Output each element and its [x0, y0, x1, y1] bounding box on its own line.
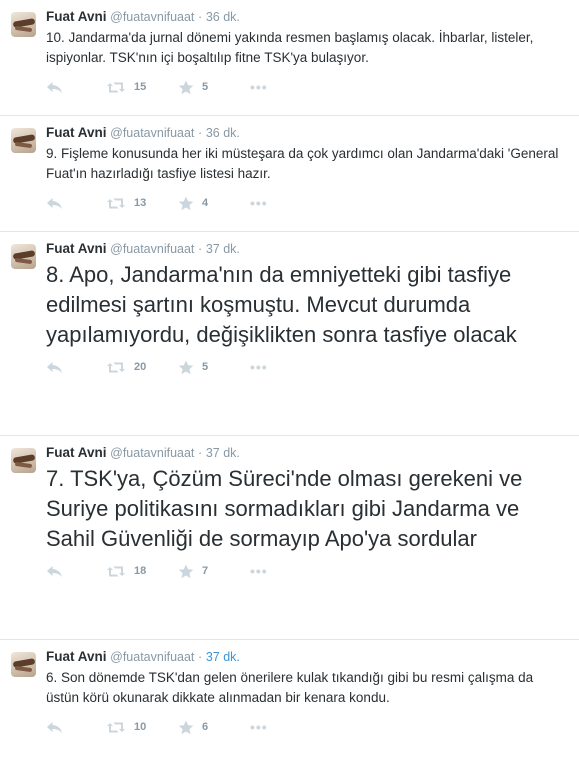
tweet[interactable]: Fuat Avni @fuatavnifuaat · 37 dk. 6. Son… — [0, 640, 579, 764]
separator-dot: · — [198, 446, 203, 460]
separator-dot: · — [198, 10, 203, 24]
retweet-count: 13 — [134, 197, 147, 209]
favorite-button[interactable]: 7 — [178, 564, 250, 579]
favorite-count: 6 — [202, 721, 209, 733]
avatar[interactable] — [11, 652, 36, 677]
retweet-button[interactable]: 13 — [106, 197, 178, 210]
tweet-text: 7. TSK'ya, Çözüm Süreci'nde olması gerek… — [46, 466, 523, 551]
retweet-count: 15 — [134, 81, 147, 93]
tweet[interactable]: Fuat Avni @fuatavnifuaat · 37 dk. 8. Apo… — [0, 232, 579, 436]
more-icon: ••• — [250, 195, 268, 211]
separator-dot: · — [198, 242, 203, 256]
retweet-count: 18 — [134, 565, 147, 577]
tweet-actions: 15 5 ••• — [46, 72, 569, 102]
more-options-button[interactable]: ••• — [250, 79, 280, 95]
tweet-header: Fuat Avni @fuatavnifuaat · 37 dk. — [46, 241, 569, 257]
tweet-header: Fuat Avni @fuatavnifuaat · 37 dk. — [46, 649, 569, 665]
reply-button[interactable] — [46, 197, 106, 210]
more-options-button[interactable]: ••• — [250, 359, 280, 375]
retweet-button[interactable]: 18 — [106, 565, 178, 578]
tweet-actions: 20 5 ••• — [46, 352, 569, 382]
retweet-button[interactable]: 20 — [106, 361, 178, 374]
favorite-count: 7 — [202, 565, 209, 577]
tweet-timeline: Fuat Avni @fuatavnifuaat · 36 dk. 10. Ja… — [0, 0, 579, 764]
avatar[interactable] — [11, 12, 36, 37]
retweet-count: 10 — [134, 721, 147, 733]
reply-icon — [46, 361, 63, 374]
user-name[interactable]: Fuat Avni — [46, 241, 107, 256]
favorite-button[interactable]: 5 — [178, 80, 250, 95]
tweet[interactable]: Fuat Avni @fuatavnifuaat · 37 dk. 7. TSK… — [0, 436, 579, 640]
retweet-icon — [106, 197, 126, 210]
star-icon — [178, 196, 194, 211]
tweet-text: 8. Apo, Jandarma'nın da emniyetteki gibi… — [46, 262, 517, 347]
retweet-icon — [106, 81, 126, 94]
tweet-text: 9. Fişleme konusunda her iki müsteşara d… — [46, 146, 559, 181]
tweet-timestamp[interactable]: 37 dk. — [206, 242, 240, 256]
reply-icon — [46, 565, 63, 578]
separator-dot: · — [198, 126, 203, 140]
user-name[interactable]: Fuat Avni — [46, 9, 107, 24]
tweet-actions: 18 7 ••• — [46, 556, 569, 586]
more-options-button[interactable]: ••• — [250, 719, 280, 735]
tweet-actions: 13 4 ••• — [46, 188, 569, 218]
favorite-count: 5 — [202, 361, 209, 373]
favorite-count: 5 — [202, 81, 209, 93]
user-handle[interactable]: @fuatavnifuaat — [110, 10, 194, 24]
tweet[interactable]: Fuat Avni @fuatavnifuaat · 36 dk. 9. Fiş… — [0, 116, 579, 232]
reply-button[interactable] — [46, 361, 106, 374]
user-name[interactable]: Fuat Avni — [46, 125, 107, 140]
star-icon — [178, 720, 194, 735]
retweet-button[interactable]: 15 — [106, 81, 178, 94]
more-icon: ••• — [250, 719, 268, 735]
retweet-icon — [106, 361, 126, 374]
user-handle[interactable]: @fuatavnifuaat — [110, 242, 194, 256]
favorite-count: 4 — [202, 197, 209, 209]
reply-icon — [46, 721, 63, 734]
tweet-header: Fuat Avni @fuatavnifuaat · 37 dk. — [46, 445, 569, 461]
favorite-button[interactable]: 6 — [178, 720, 250, 735]
avatar[interactable] — [11, 448, 36, 473]
more-options-button[interactable]: ••• — [250, 195, 280, 211]
more-icon: ••• — [250, 359, 268, 375]
avatar[interactable] — [11, 244, 36, 269]
retweet-button[interactable]: 10 — [106, 721, 178, 734]
tweet-header: Fuat Avni @fuatavnifuaat · 36 dk. — [46, 9, 569, 25]
reply-icon — [46, 81, 63, 94]
user-handle[interactable]: @fuatavnifuaat — [110, 650, 194, 664]
user-name[interactable]: Fuat Avni — [46, 649, 107, 664]
tweet-header: Fuat Avni @fuatavnifuaat · 36 dk. — [46, 125, 569, 141]
tweet-timestamp[interactable]: 37 dk. — [206, 650, 240, 664]
tweet-text: 10. Jandarma'da jurnal dönemi yakında re… — [46, 30, 534, 65]
retweet-icon — [106, 565, 126, 578]
reply-button[interactable] — [46, 81, 106, 94]
tweet-text: 6. Son dönemde TSK'dan gelen önerilere k… — [46, 670, 534, 705]
retweet-icon — [106, 721, 126, 734]
avatar[interactable] — [11, 128, 36, 153]
more-icon: ••• — [250, 79, 268, 95]
separator-dot: · — [198, 650, 203, 664]
tweet-actions: 10 6 ••• — [46, 712, 569, 742]
reply-button[interactable] — [46, 565, 106, 578]
favorite-button[interactable]: 5 — [178, 360, 250, 375]
star-icon — [178, 564, 194, 579]
more-icon: ••• — [250, 563, 268, 579]
more-options-button[interactable]: ••• — [250, 563, 280, 579]
tweet-timestamp[interactable]: 37 dk. — [206, 446, 240, 460]
tweet-timestamp[interactable]: 36 dk. — [206, 10, 240, 24]
retweet-count: 20 — [134, 361, 147, 373]
favorite-button[interactable]: 4 — [178, 196, 250, 211]
tweet[interactable]: Fuat Avni @fuatavnifuaat · 36 dk. 10. Ja… — [0, 0, 579, 116]
user-handle[interactable]: @fuatavnifuaat — [110, 126, 194, 140]
reply-button[interactable] — [46, 721, 106, 734]
tweet-timestamp[interactable]: 36 dk. — [206, 126, 240, 140]
star-icon — [178, 80, 194, 95]
star-icon — [178, 360, 194, 375]
user-handle[interactable]: @fuatavnifuaat — [110, 446, 194, 460]
user-name[interactable]: Fuat Avni — [46, 445, 107, 460]
reply-icon — [46, 197, 63, 210]
